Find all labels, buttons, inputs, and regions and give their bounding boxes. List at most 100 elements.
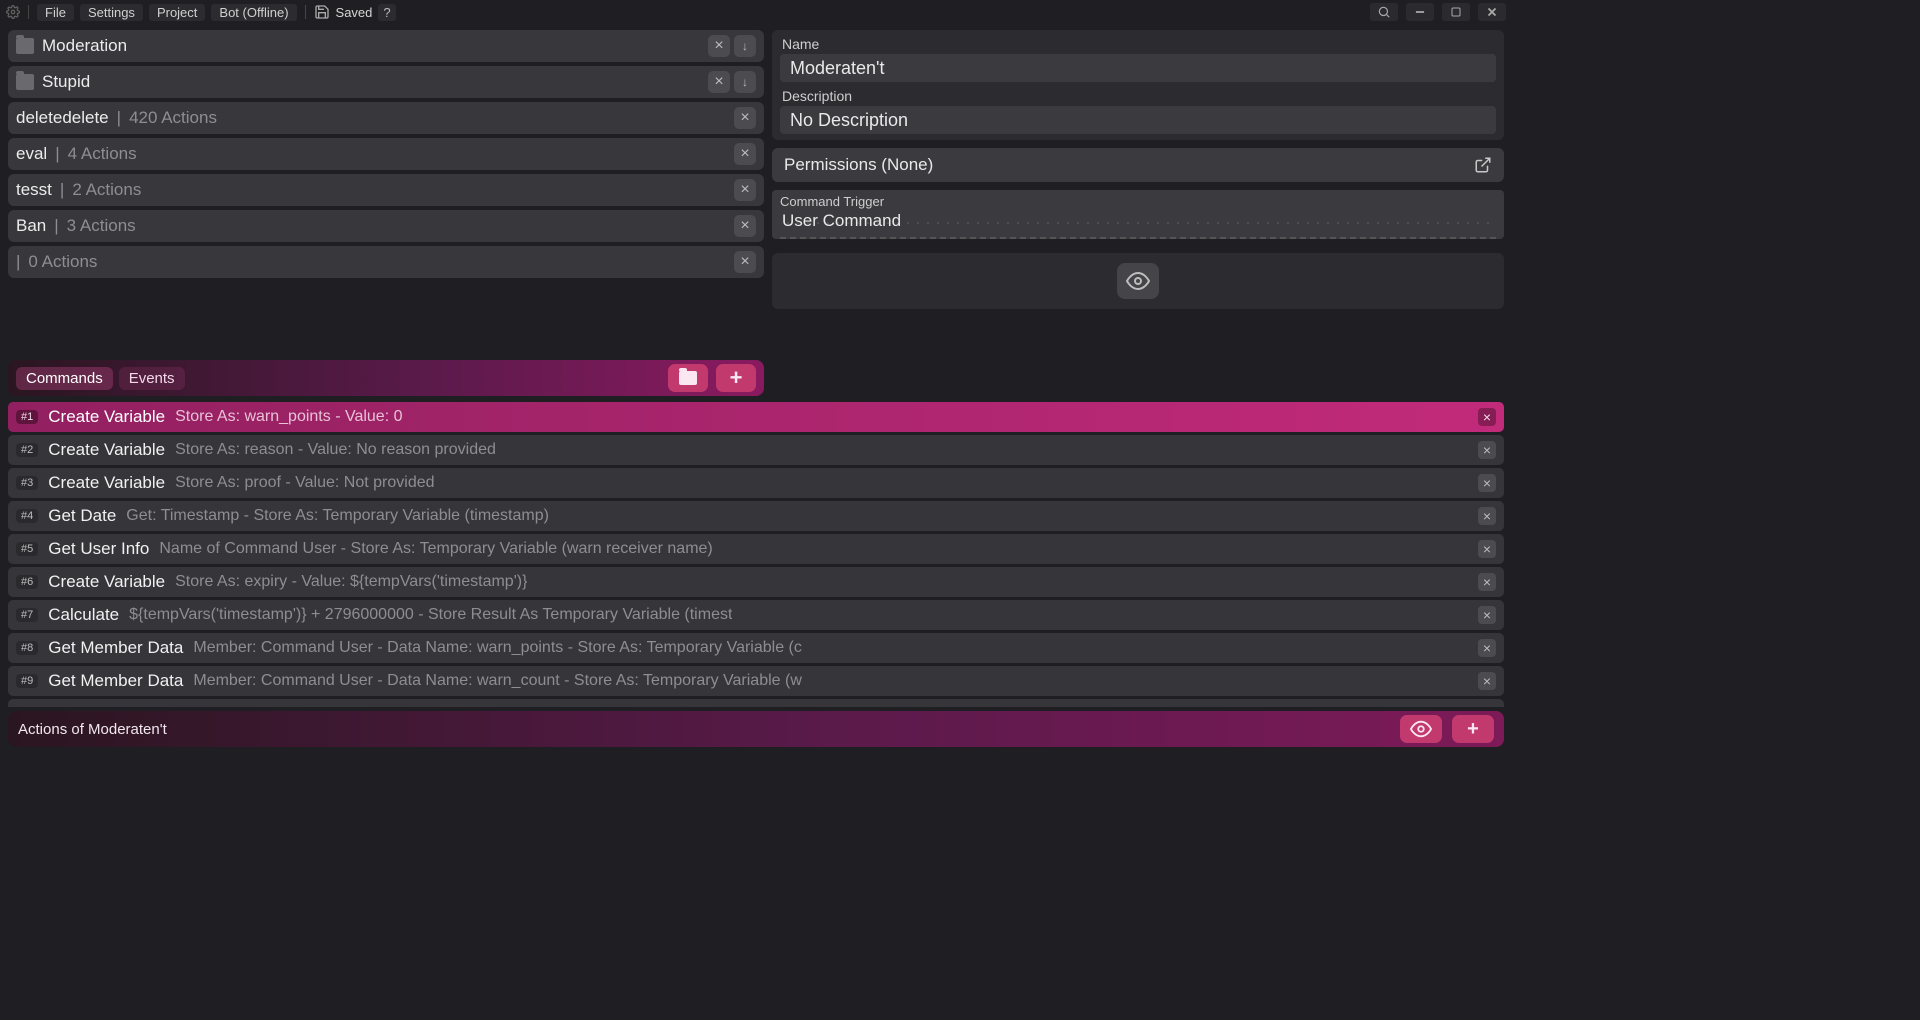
menu-settings[interactable]: Settings (80, 4, 143, 21)
delete-button[interactable] (734, 251, 756, 273)
minimize-icon[interactable] (1406, 3, 1434, 21)
menu-bot[interactable]: Bot (Offline) (211, 4, 296, 21)
footer-add-action-button[interactable]: + (1452, 715, 1494, 743)
action-description: Member: Command User - Data Name: warn_p… (193, 639, 802, 657)
action-name: Get Member Data (48, 671, 183, 691)
save-icon[interactable] (314, 4, 330, 20)
action-row[interactable]: #5Get User InfoName of Command User - St… (8, 534, 1504, 564)
action-number: #2 (16, 443, 38, 457)
folder-label: Moderation (42, 36, 127, 56)
command-trigger-label: Command Trigger (780, 194, 1496, 209)
delete-button[interactable] (708, 71, 730, 93)
row-buttons (734, 251, 756, 273)
action-row[interactable]: #9Get Member DataMember: Command User - … (8, 666, 1504, 696)
action-description: Store As: reason - Value: No reason prov… (175, 441, 496, 459)
action-number: #6 (16, 575, 38, 589)
command-trigger-block: Command Trigger User Command (772, 190, 1504, 239)
name-label: Name (776, 34, 1500, 52)
command-label: eval (16, 144, 47, 164)
action-number: #8 (16, 641, 38, 655)
action-number: #1 (16, 410, 38, 424)
folder-icon (16, 38, 34, 54)
gear-icon[interactable] (6, 5, 20, 19)
delete-button[interactable] (734, 215, 756, 237)
action-description: Store As: warn_points - Value: 0 (175, 408, 402, 426)
action-row[interactable]: #6Create VariableStore As: expiry - Valu… (8, 567, 1504, 597)
delete-button[interactable] (734, 143, 756, 165)
command-row[interactable]: eval | 4 Actions (8, 138, 764, 170)
action-description: Store As: proof - Value: Not provided (175, 474, 434, 492)
row-buttons (734, 143, 756, 165)
command-label: Ban (16, 216, 46, 236)
preview-box (772, 253, 1504, 309)
separator: | (117, 108, 121, 128)
command-row[interactable]: tesst | 2 Actions (8, 174, 764, 206)
footer-preview-button[interactable] (1400, 715, 1442, 743)
action-row[interactable]: #4Get DateGet: Timestamp - Store As: Tem… (8, 501, 1504, 531)
collapse-button[interactable] (734, 71, 756, 93)
action-delete-button[interactable]: × (1478, 606, 1496, 624)
command-row[interactable]: Ban | 3 Actions (8, 210, 764, 242)
command-row[interactable]: | 0 Actions (8, 246, 764, 278)
action-count: 3 Actions (67, 216, 136, 236)
action-delete-button[interactable]: × (1478, 507, 1496, 525)
action-name: Calculate (48, 605, 119, 625)
tab-commands[interactable]: Commands (16, 367, 113, 390)
row-buttons (708, 35, 756, 57)
action-name: Create Variable (48, 440, 165, 460)
action-delete-button[interactable]: × (1478, 408, 1496, 426)
folder-row[interactable]: Moderation (8, 30, 764, 62)
action-number: #3 (16, 476, 38, 490)
action-delete-button[interactable]: × (1478, 672, 1496, 690)
action-name: Get Date (48, 506, 116, 526)
action-delete-button[interactable]: × (1478, 441, 1496, 459)
divider (28, 5, 29, 19)
command-row[interactable]: deletedelete | 420 Actions (8, 102, 764, 134)
action-description: Member: Command User - Data Name: warn_c… (193, 672, 802, 690)
action-description: ${tempVars('timestamp')} + 2796000000 - … (129, 606, 732, 624)
command-trigger-value[interactable]: User Command (780, 209, 1496, 239)
collapse-button[interactable] (734, 35, 756, 57)
command-label: tesst (16, 180, 52, 200)
folder-icon (16, 74, 34, 90)
delete-button[interactable] (734, 107, 756, 129)
action-description: Store As: expiry - Value: ${tempVars('ti… (175, 573, 527, 591)
action-delete-button[interactable]: × (1478, 540, 1496, 558)
add-command-button[interactable]: + (716, 364, 756, 392)
action-row[interactable]: #3 Create Variable Store As: proof - Value… (8, 468, 1504, 498)
delete-button[interactable] (734, 179, 756, 201)
action-row[interactable]: #2 Create Variable Store As: reason - Valu… (8, 435, 1504, 465)
action-count: 0 Actions (28, 252, 97, 272)
action-row[interactable]: #1 Create Variable Store As: warn_points -… (8, 402, 1504, 432)
help-button[interactable]: ? (378, 4, 395, 21)
tab-events[interactable]: Events (119, 367, 185, 390)
action-row[interactable]: #7Calculate${tempVars('timestamp')} + 27… (8, 600, 1504, 630)
action-delete-button[interactable]: × (1478, 474, 1496, 492)
delete-button[interactable] (708, 35, 730, 57)
separator: | (55, 144, 59, 164)
name-field[interactable]: Moderaten't (780, 54, 1496, 82)
new-folder-button[interactable] (668, 364, 708, 392)
action-description: Get: Timestamp - Store As: Temporary Var… (126, 507, 549, 525)
permissions-row[interactable]: Permissions (None) (772, 148, 1504, 182)
search-icon[interactable] (1370, 3, 1398, 21)
command-label: deletedelete (16, 108, 109, 128)
separator: | (16, 252, 20, 272)
action-name: Create Variable (48, 473, 165, 493)
action-number: #5 (16, 542, 38, 556)
menu-project[interactable]: Project (149, 4, 205, 21)
actions-footer: Actions of Moderaten't + (8, 711, 1504, 747)
action-name: Create Variable (48, 407, 165, 427)
action-name: Get User Info (48, 539, 149, 559)
action-row[interactable]: #8Get Member DataMember: Command User - … (8, 633, 1504, 663)
row-buttons (734, 179, 756, 201)
menubar: File Settings Project Bot (Offline) Save… (0, 0, 1512, 24)
menu-file[interactable]: File (37, 4, 74, 21)
action-delete-button[interactable]: × (1478, 639, 1496, 657)
preview-button[interactable] (1117, 263, 1159, 299)
close-icon[interactable] (1478, 3, 1506, 21)
maximize-icon[interactable] (1442, 3, 1470, 21)
folder-row[interactable]: Stupid (8, 66, 764, 98)
description-field[interactable]: No Description (780, 106, 1496, 134)
action-delete-button[interactable]: × (1478, 573, 1496, 591)
